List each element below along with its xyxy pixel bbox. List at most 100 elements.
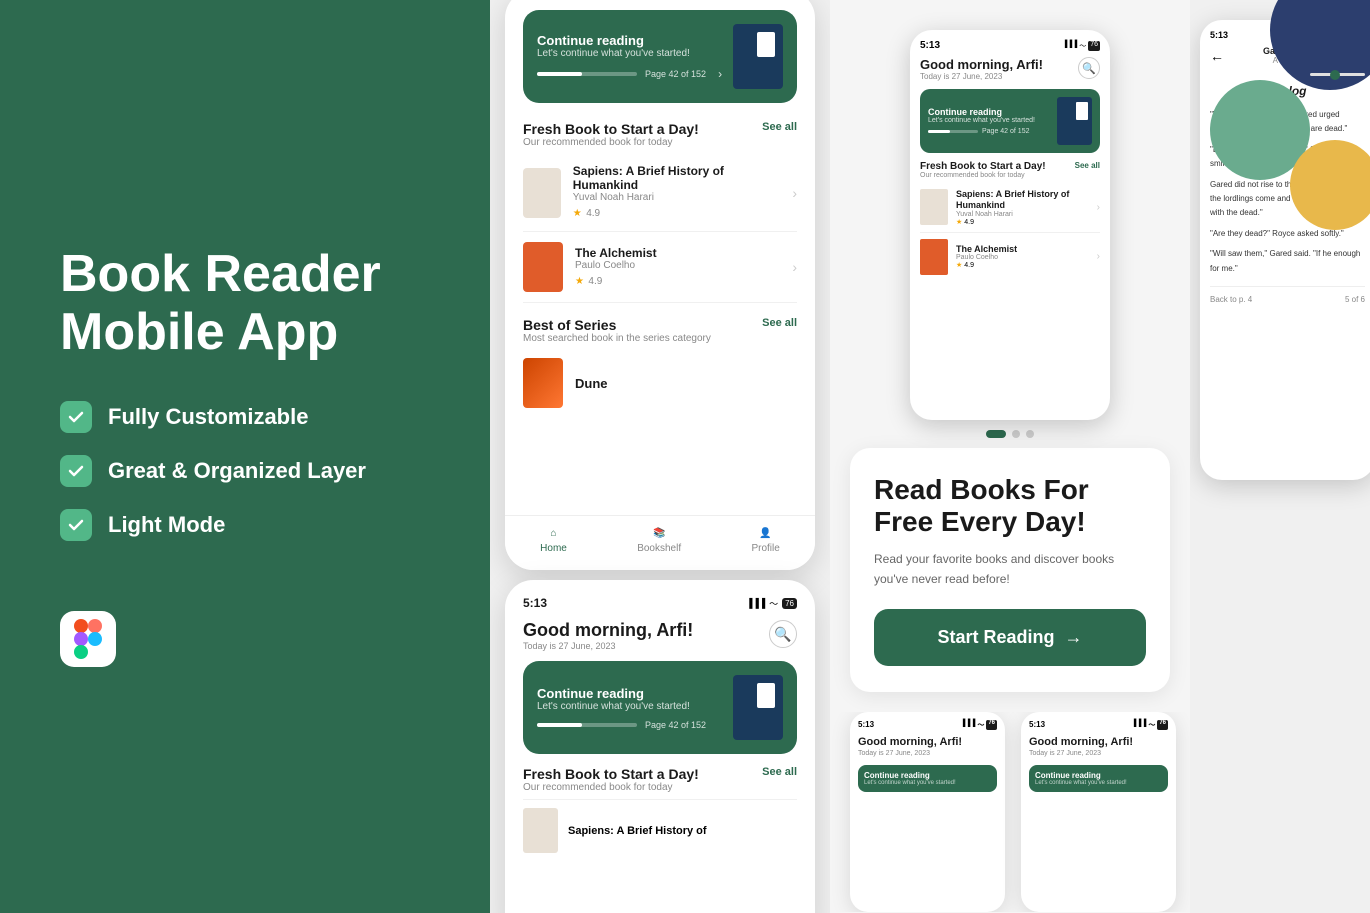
dune-row[interactable]: Dune	[523, 350, 797, 416]
nav-profile[interactable]: 👤 Profile	[751, 528, 779, 554]
feature-label-1: Fully Customizable	[108, 404, 308, 430]
small-book-page	[1076, 102, 1088, 120]
small-sapiens-row[interactable]: Sapiens: A Brief History of Humankind Yu…	[920, 183, 1100, 233]
small-phone-date: Today is 27 June, 2023	[920, 72, 1043, 81]
mini-phone-2-inner: 5:13 ▐▐▐ 〜 76 Good morning, Arfi! Today …	[1021, 712, 1176, 800]
small-battery-icon: 76	[1088, 41, 1100, 51]
promo-description: Read your favorite books and discover bo…	[874, 550, 1146, 588]
small-sapiens-info: Sapiens: A Brief History of Humankind Yu…	[956, 189, 1089, 226]
figma-icon	[74, 619, 102, 659]
right-col-wrapper: 5:13 ▐▐▐ 〜 76 Good morning, Arfi! Today …	[830, 0, 1370, 913]
check-icon-1	[67, 408, 85, 426]
small-sapiens-rating: 4.9	[964, 219, 974, 226]
small-see-all[interactable]: See all	[1075, 161, 1100, 179]
status-time-bottom: 5:13	[523, 596, 547, 610]
book-info-alchemist: The Alchemist Paulo Coelho ★ 4.9	[575, 246, 657, 289]
small-alchemist-author: Paulo Coelho	[956, 254, 1017, 261]
reading-progress-row	[1210, 73, 1365, 76]
reading-battery-icon: 76	[1353, 30, 1365, 40]
mini-date-1: Today is 27 June, 2023	[858, 750, 997, 757]
continue-card-bottom[interactable]: Continue reading Let's continue what you…	[523, 661, 797, 754]
back-arrow-icon[interactable]: ←	[1210, 48, 1224, 64]
fresh-see-all[interactable]: See all	[762, 121, 797, 133]
status-bar-bottom: 5:13 ▐▐▐ 〜 76	[523, 596, 797, 610]
feature-item-3: Light Mode	[60, 509, 430, 541]
wifi-icon: 〜	[769, 597, 778, 610]
best-series-see-all[interactable]: See all	[762, 317, 797, 329]
small-progress-inner	[928, 130, 950, 133]
continue-text-bottom: Continue reading Let's continue what you…	[537, 686, 706, 730]
small-phone-time: 5:13	[920, 40, 940, 51]
book-row-alchemist[interactable]: The Alchemist Paulo Coelho ★ 4.9 ›	[523, 232, 797, 303]
fresh-title-bottom: Fresh Book to Start a Day!	[523, 766, 699, 782]
reading-signal-icon: ▐▐▐	[1327, 30, 1342, 40]
book-thumb-dune	[523, 358, 563, 408]
nav-bookshelf[interactable]: 📚 Bookshelf	[637, 528, 681, 554]
best-series-section: Best of Series Most searched book in the…	[523, 317, 797, 416]
progress-bar-outer-bottom	[537, 723, 637, 727]
reading-book-info: Game of Throne A Song of Ic...	[1230, 46, 1365, 65]
feature-item-1: Fully Customizable	[60, 401, 430, 433]
small-wifi-icon: 〜	[1079, 41, 1086, 51]
phone-bottom-inner: 5:13 ▐▐▐ 〜 76 Good morning, Arfi! Today …	[505, 580, 815, 877]
continue-reading-card[interactable]: Continue reading Let's continue what you…	[523, 10, 797, 103]
dot-2	[1012, 430, 1020, 438]
progress-label: Page 42 of 152	[645, 69, 706, 79]
fresh-section-bottom: Fresh Book to Start a Day! Our recommend…	[523, 766, 797, 793]
book-row-sapiens[interactable]: Sapiens: A Brief History of Humankind Yu…	[523, 154, 797, 232]
reading-header: ← Game of Throne A Song of Ic...	[1210, 46, 1365, 65]
profile-icon: 👤	[759, 528, 771, 539]
small-alchemist-rating: 4.9	[964, 262, 974, 269]
fresh-see-all-bottom[interactable]: See all	[762, 766, 797, 778]
mini-time-1: 5:13	[858, 720, 874, 730]
sapiens-thumb-bottom	[523, 808, 558, 853]
progress-bar-inner-bottom	[537, 723, 582, 727]
small-alchemist-chevron: ›	[1097, 251, 1100, 262]
fresh-title-group-bottom: Fresh Book to Start a Day! Our recommend…	[523, 766, 699, 793]
sapiens-row-bottom[interactable]: Sapiens: A Brief History of	[523, 799, 797, 861]
reading-phone-text: "We should start back," Gared urged arou…	[1210, 108, 1365, 276]
small-phone-area: 5:13 ▐▐▐ 〜 76 Good morning, Arfi! Today …	[830, 0, 1190, 420]
greeting-text-bottom: Good morning, Arfi! Today is 27 June, 20…	[523, 620, 693, 651]
mini-phone-2: 5:13 ▐▐▐ 〜 76 Good morning, Arfi! Today …	[1021, 712, 1176, 912]
middle-section: Continue reading Let's continue what you…	[490, 0, 830, 913]
mini-icons-2: ▐▐▐ 〜 76	[1131, 720, 1168, 730]
small-alchemist-row[interactable]: The Alchemist Paulo Coelho ★ 4.9 ›	[920, 233, 1100, 281]
mini-wifi-icon: 〜	[977, 720, 984, 730]
mini-wifi-icon-2: 〜	[1148, 720, 1155, 730]
best-series-subtitle: Most searched book in the series categor…	[523, 333, 711, 344]
mini-phone-1: 5:13 ▐▐▐ 〜 76 Good morning, Arfi! Today …	[850, 712, 1005, 912]
small-phone-greeting-row: Good morning, Arfi! Today is 27 June, 20…	[920, 57, 1100, 81]
small-sapiens-title: Sapiens: A Brief History of Humankind	[956, 189, 1089, 211]
small-book-cover	[1057, 97, 1092, 145]
reading-slider-thumb	[1330, 70, 1340, 80]
search-icon-bottom[interactable]: 🔍	[769, 620, 797, 648]
reading-big-col: 5:13 ▐▐▐ 〜 76 ← Game of Throne	[1190, 0, 1370, 913]
small-sapiens-thumb	[920, 189, 948, 225]
book-thumb-alchemist	[523, 242, 563, 292]
small-progress-outer	[928, 130, 978, 133]
battery-icon: 76	[782, 598, 797, 609]
mini-signal-icon: ▐▐▐	[960, 720, 975, 730]
book-cover-blue-bottom	[733, 675, 783, 740]
fresh-book-title-group: Fresh Book to Start a Day! Our recommend…	[523, 121, 699, 148]
chevron-right-alchemist: ›	[792, 259, 797, 275]
start-reading-button[interactable]: Start Reading →	[874, 609, 1146, 666]
small-fresh-header: Fresh Book to Start a Day! Our recommend…	[920, 161, 1100, 179]
stars-sapiens: ★	[573, 208, 582, 219]
mini-icons-1: ▐▐▐ 〜 76	[960, 720, 997, 730]
progress-bar-outer	[537, 72, 637, 76]
small-continue-card[interactable]: Continue reading Let's continue what you…	[920, 89, 1100, 153]
reading-book-sub: A Song of Ic...	[1230, 56, 1365, 65]
small-search-icon[interactable]: 🔍	[1078, 57, 1100, 79]
bottom-mini-phones: 5:13 ▐▐▐ 〜 76 Good morning, Arfi! Today …	[830, 712, 1190, 912]
check-badge-1	[60, 401, 92, 433]
reading-slider-track	[1310, 73, 1365, 76]
dot-3	[1026, 430, 1034, 438]
nav-home[interactable]: ⌂ Home	[540, 528, 567, 554]
arrow-icon: →	[1065, 627, 1083, 648]
small-alchemist-thumb	[920, 239, 948, 275]
mini-phone-1-inner: 5:13 ▐▐▐ 〜 76 Good morning, Arfi! Today …	[850, 712, 1005, 800]
reading-phone-col: 5:13 ▐▐▐ 〜 76 ← Game of Throne	[1190, 0, 1370, 913]
check-badge-2	[60, 455, 92, 487]
